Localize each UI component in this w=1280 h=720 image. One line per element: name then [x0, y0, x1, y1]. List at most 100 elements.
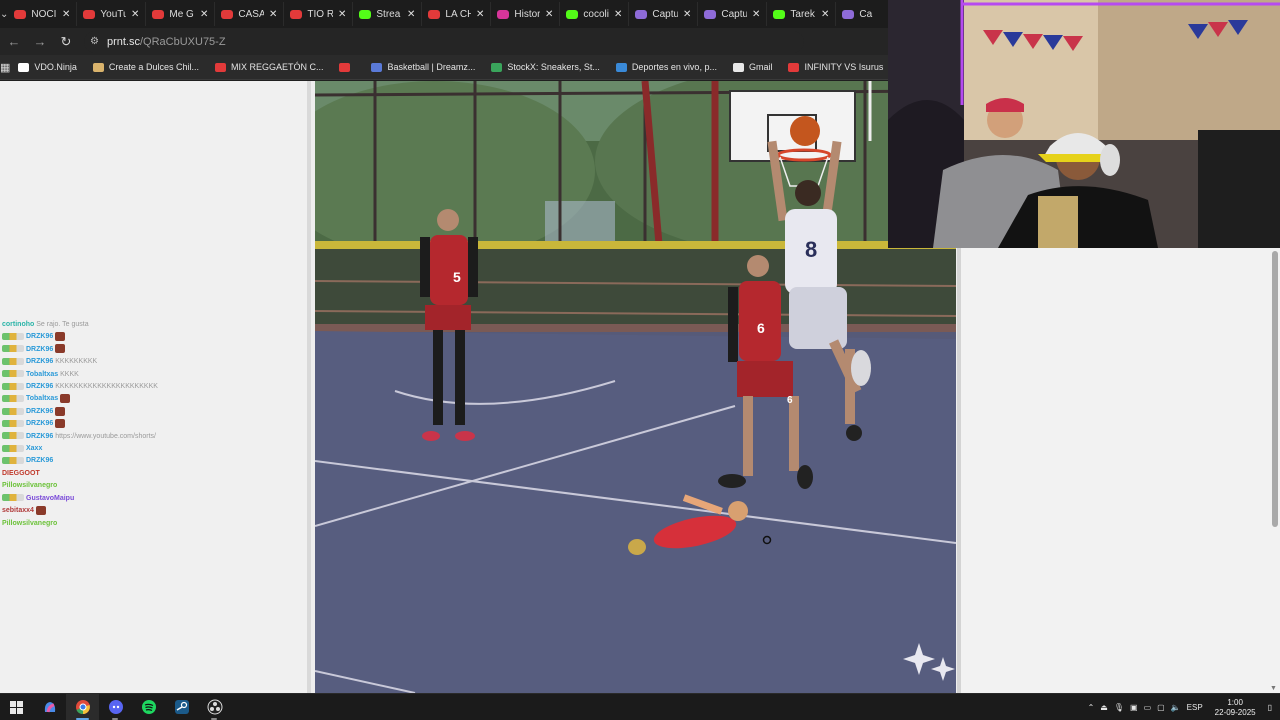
chat-message: sebitaxx4	[2, 505, 302, 517]
tab-close-icon[interactable]: ✕	[338, 9, 346, 20]
chevron-up-icon[interactable]: ⌃	[1088, 703, 1095, 712]
browser-tab[interactable]: Ca✕	[836, 2, 888, 26]
chat-badges-icon	[2, 432, 24, 440]
browser-tab[interactable]: CASA ✕	[215, 2, 285, 26]
chat-username[interactable]: Tobaltxas	[26, 371, 58, 378]
chat-username[interactable]: Pillowsilvanegro	[2, 520, 57, 527]
bookmark-item[interactable]: StockX: Sneakers, St...	[483, 62, 608, 72]
tab-close-icon[interactable]: ✕	[821, 9, 829, 20]
browser-tab[interactable]: NOCI ✕	[8, 2, 78, 26]
back-icon[interactable]: ←	[2, 30, 26, 54]
tab-search-icon[interactable]: ⌄	[0, 0, 8, 28]
address-bar[interactable]: ⚙ prnt.sc/QRaCbUXU75-Z	[84, 30, 804, 53]
bookmark-item[interactable]: Basketball | Dreamz...	[363, 62, 483, 72]
chat-username[interactable]: DRZK96	[26, 358, 53, 365]
tab-close-icon[interactable]: ✕	[614, 9, 622, 20]
chat-username[interactable]: DRZK96	[26, 408, 53, 415]
bookmark-item[interactable]: VDO.Ninja	[10, 62, 85, 72]
chat-username[interactable]: cortinoho	[2, 321, 34, 328]
forward-icon[interactable]: →	[28, 30, 52, 54]
browser-tab[interactable]: Captu ✕	[698, 2, 768, 26]
chat-username[interactable]: Xaxx	[26, 445, 42, 452]
language-indicator[interactable]: ESP	[1187, 703, 1203, 712]
microphone-icon[interactable]: 🎙	[1114, 703, 1124, 712]
browser-tab[interactable]: Me G ✕	[146, 2, 216, 26]
display-icon[interactable]: ▢	[1157, 703, 1165, 712]
chat-username[interactable]: DIEGGOOT	[2, 470, 40, 477]
tab-title: Ca	[859, 8, 873, 20]
browser-tab[interactable]: YouTu ✕	[77, 2, 147, 26]
browser-tab[interactable]: cocoli ✕	[560, 2, 630, 26]
stream-chat-panel: cortinoho Se rajo. Te gusta DRZK96 DRZK96…	[0, 81, 311, 693]
tab-close-icon[interactable]: ✕	[131, 9, 139, 20]
chat-username[interactable]: Pillowsilvanegro	[2, 482, 57, 489]
chat-username[interactable]: sebitaxx4	[2, 507, 34, 514]
tab-close-icon[interactable]: ✕	[476, 9, 484, 20]
scroll-down-icon[interactable]: ▼	[1270, 685, 1278, 693]
chat-text: KKKK	[60, 370, 79, 378]
chat-username[interactable]: DRZK96	[26, 433, 53, 440]
windows-start-icon[interactable]	[0, 694, 33, 720]
chat-badges-icon	[2, 407, 24, 415]
copilot-icon[interactable]	[33, 694, 66, 720]
chat-username[interactable]: DRZK96	[26, 346, 53, 353]
chat-username[interactable]: Tobaltxas	[26, 395, 58, 402]
apps-grid-icon[interactable]: ▦	[0, 55, 10, 79]
tab-close-icon[interactable]: ✕	[269, 9, 277, 20]
browser-tab[interactable]: TIO R ✕	[284, 2, 354, 26]
browser-tab[interactable]: Strea ✕	[353, 2, 423, 26]
usb-icon[interactable]: ⏏	[1100, 703, 1108, 712]
volume-icon[interactable]: 🔈	[1171, 703, 1181, 712]
chat-badges-icon	[2, 370, 24, 378]
chat-message: DRZK96	[2, 406, 302, 418]
chat-message: DRZK96 KKKKKKKKK	[2, 356, 302, 368]
bookmark-item[interactable]: Gmail	[725, 62, 781, 72]
browser-tab[interactable]: LA CH ✕	[422, 2, 492, 26]
bookmark-item[interactable]: MIX REGGAETÓN C...	[207, 62, 332, 72]
site-info-icon[interactable]: ⚙	[90, 36, 99, 47]
discord-icon[interactable]	[99, 694, 132, 720]
bookmark-favicon-icon	[339, 62, 351, 72]
steam-icon[interactable]	[165, 694, 198, 720]
tab-title: YouTu	[100, 8, 126, 20]
chrome-icon[interactable]	[66, 693, 99, 720]
bookmark-item[interactable]: INFINITY VS Isurus	[780, 62, 888, 72]
tab-close-icon[interactable]: ✕	[62, 9, 70, 20]
chat-username[interactable]: DRZK96	[26, 420, 53, 427]
tab-favicon-icon	[221, 9, 234, 19]
browser-tab[interactable]: Histor ✕	[491, 2, 561, 26]
chat-username[interactable]: DRZK96	[26, 383, 53, 390]
svg-text:6: 6	[757, 320, 765, 336]
tab-close-icon[interactable]: ✕	[545, 9, 553, 20]
bookmark-item[interactable]: Create a Dulces Chil...	[85, 62, 207, 72]
chat-username[interactable]: DRZK96	[26, 457, 53, 464]
bookmark-label: Create a Dulces Chil...	[108, 62, 199, 72]
tab-favicon-icon	[773, 9, 786, 19]
browser-tab[interactable]: Tarek ✕	[767, 2, 837, 26]
bookmark-item[interactable]	[331, 62, 363, 72]
chat-message: cortinoho Se rajo. Te gusta	[2, 319, 302, 331]
page-scrollbar[interactable]	[1272, 251, 1278, 527]
bookmark-favicon-icon	[18, 62, 30, 72]
tab-close-icon[interactable]: ✕	[200, 9, 208, 20]
browser-tab[interactable]: Captu ✕	[629, 2, 699, 26]
desktop: ⌄ NOCI ✕ YouTu ✕ Me G ✕ CASA ✕ TIO R ✕ Strea ✕ LA CH…	[0, 0, 1280, 720]
yellow-railing	[315, 241, 956, 249]
obs-icon[interactable]	[198, 694, 231, 720]
monitor-icon[interactable]: ▣	[1130, 703, 1138, 712]
bookmark-item[interactable]: Deportes en vivo, p...	[608, 62, 725, 72]
tab-title: Captu	[721, 8, 747, 20]
tab-close-icon[interactable]: ✕	[683, 9, 691, 20]
tab-close-icon[interactable]: ✕	[407, 9, 415, 20]
spotify-icon[interactable]	[132, 694, 165, 720]
clock[interactable]: 1:00 22-09-2025	[1215, 698, 1256, 718]
chat-message: DRZK96 https://www.youtube.com/shorts/	[2, 431, 302, 443]
streamer-webcam	[888, 0, 1280, 248]
chat-username[interactable]: DRZK96	[26, 333, 53, 340]
tab-close-icon[interactable]: ✕	[752, 9, 760, 20]
chat-emote-icon	[55, 418, 66, 428]
notification-icon[interactable]: ▯	[1268, 703, 1272, 712]
chat-username[interactable]: GustavoMaipu	[26, 495, 74, 502]
reload-icon[interactable]: ↻	[54, 30, 78, 54]
network-icon[interactable]: ▭	[1144, 703, 1152, 712]
